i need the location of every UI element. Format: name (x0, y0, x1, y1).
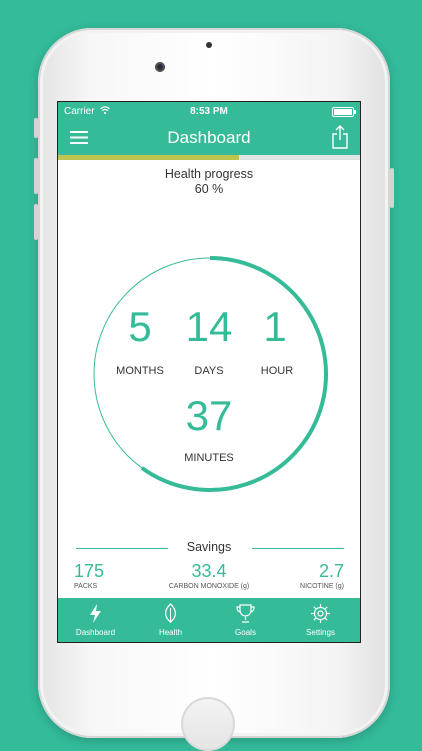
power-button (390, 168, 394, 208)
health-progress-bar (58, 155, 360, 160)
share-icon[interactable] (332, 125, 348, 149)
savings-divider-right (252, 548, 344, 549)
nicotine-label: NICOTINE (g) (300, 583, 344, 590)
tab-dashboard[interactable]: Dashboard (58, 598, 133, 642)
status-time: 8:53 PM (190, 106, 228, 117)
carbon-monoxide-value: 33.4 (191, 561, 227, 581)
health-progress-label: Health progress (164, 167, 254, 181)
leaf-icon (165, 603, 176, 623)
mute-switch (34, 118, 38, 138)
savings-title: Savings (186, 540, 232, 554)
days-value: 14 (185, 303, 233, 350)
tab-health[interactable]: Health (133, 598, 208, 642)
tab-label: Settings (306, 628, 335, 637)
minutes-value: 37 (185, 392, 233, 439)
months-label: MONTHS (116, 365, 164, 377)
trophy-icon (236, 604, 255, 623)
tab-goals[interactable]: Goals (208, 598, 283, 642)
home-button[interactable] (181, 697, 235, 751)
health-progress-fill (58, 155, 240, 160)
lightning-icon (90, 604, 101, 623)
battery-icon (332, 107, 356, 117)
sensor-dot (206, 42, 212, 48)
status-bar: Carrier 8:53 PM (58, 102, 360, 120)
front-camera (155, 62, 165, 72)
volume-down-button (34, 204, 38, 240)
gear-icon (311, 604, 330, 623)
tab-settings[interactable]: Settings (283, 598, 358, 642)
volume-up-button (34, 158, 38, 194)
months-value: 5 (128, 303, 152, 350)
hours-value: 1 (263, 303, 287, 350)
page-title: Dashboard (167, 128, 251, 147)
nav-bar: Dashboard (58, 120, 360, 155)
tab-label: Dashboard (75, 628, 116, 637)
minutes-label: MINUTES (184, 452, 234, 464)
app-screen: Carrier 8:53 PM Dashboard Health progres… (58, 102, 360, 642)
health-progress-value: 60 % (194, 182, 224, 196)
days-label: DAYS (194, 365, 224, 377)
tab-label: Goals (235, 628, 256, 637)
hours-label: HOUR (260, 365, 294, 377)
tab-label: Health (158, 628, 183, 637)
tab-bar: Dashboard Health Goals Settings (58, 598, 360, 642)
nicotine-value: 2.7 (318, 561, 344, 581)
